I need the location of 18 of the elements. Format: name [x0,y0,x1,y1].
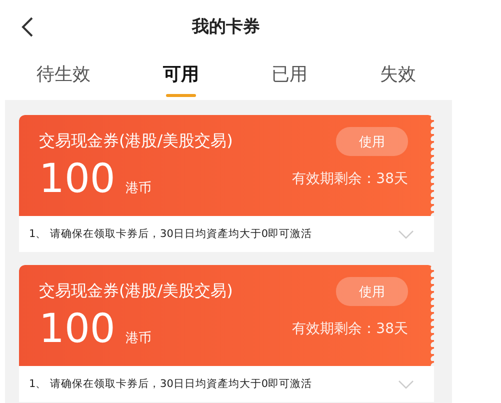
back-icon[interactable] [20,16,34,38]
coupon-amount: 100 [39,156,116,202]
chevron-down-icon[interactable] [398,230,414,238]
page-title: 我的卡券 [192,16,260,38]
validity-text: 有效期剩余：38天 [292,170,408,188]
validity-text: 有效期剩余：38天 [292,320,408,338]
currency-unit: 港币 [125,180,152,197]
coupon-title: 交易现金券(港股/美股交易) [39,281,233,302]
tab[interactable]: 失效 [380,62,416,86]
tab[interactable]: 已用 [271,62,308,86]
coupon-note: 1、 请确保在领取卡券后，30日日均資產均大于0即可激活 [29,227,312,241]
coupon-title: 交易现金券(港股/美股交易) [39,131,233,152]
chevron-down-icon[interactable] [398,380,414,388]
currency-unit: 港币 [125,330,152,347]
tab[interactable]: 待生效 [36,62,90,86]
coupon-amount: 100 [39,306,116,352]
coupon-note: 1、 请确保在领取卡券后，30日日均資產均大于0即可激活 [29,377,312,391]
tab[interactable]: 可用 [162,62,199,86]
